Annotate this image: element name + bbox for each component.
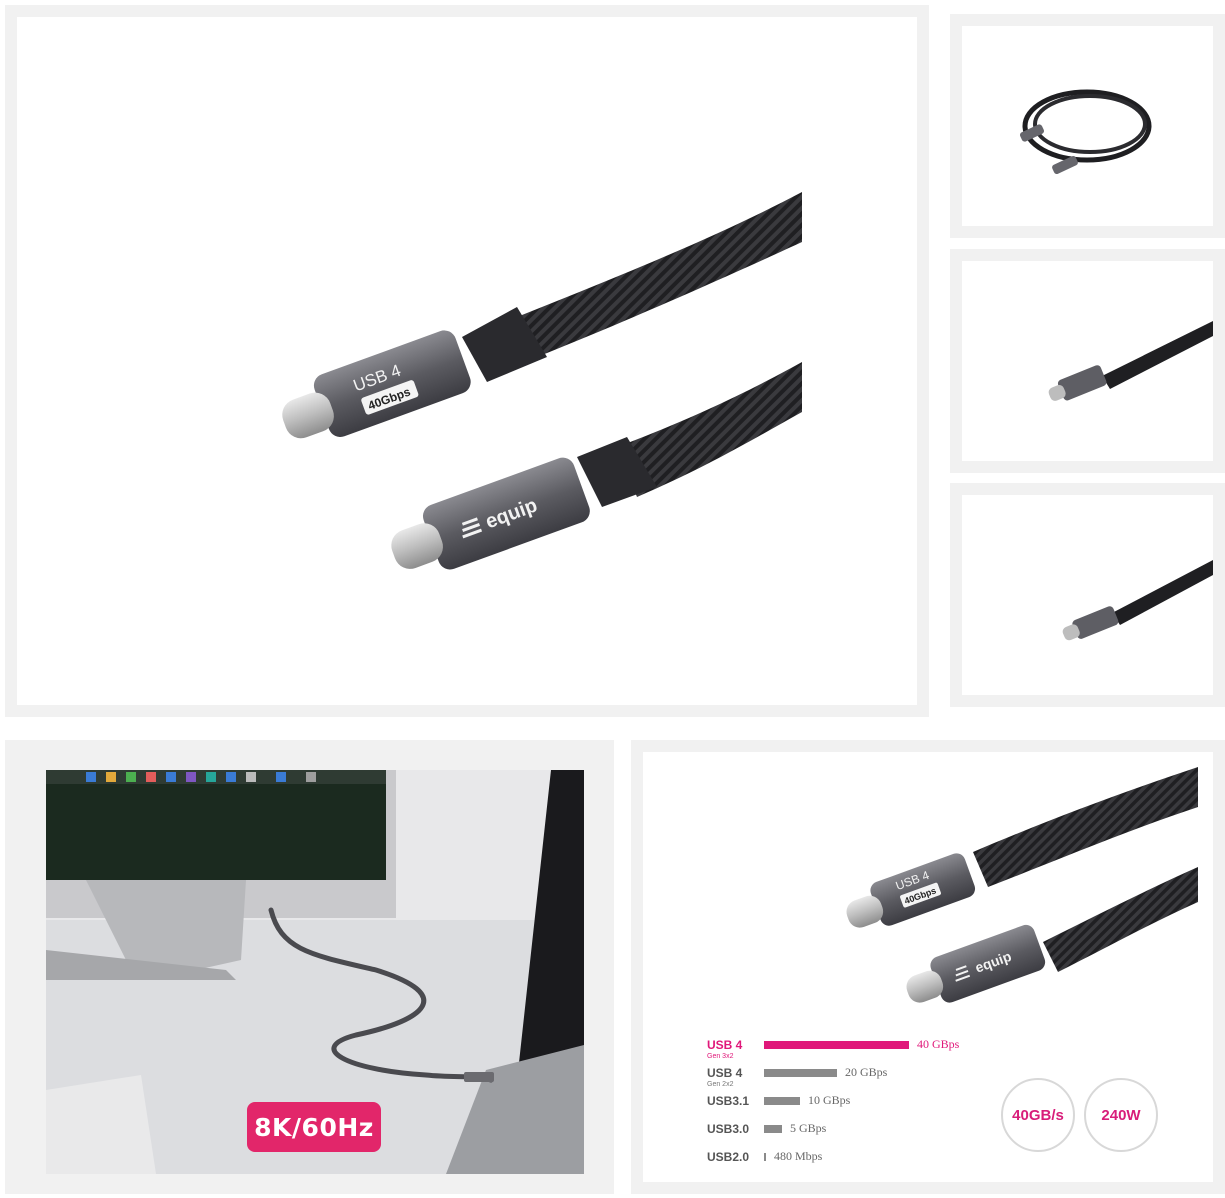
coiled-cable-illustration xyxy=(1019,89,1152,175)
speed-row-value: 10 GBps xyxy=(808,1093,851,1107)
thumbnail-image[interactable] xyxy=(962,26,1213,226)
speed-row: USB 4 Gen 2x2 20 GBps xyxy=(707,1062,1027,1090)
equip-connector-illustration xyxy=(1062,560,1213,641)
speed-bar xyxy=(764,1125,782,1133)
thumbnail-image[interactable] xyxy=(962,261,1213,461)
thumbnail-image[interactable] xyxy=(962,495,1213,695)
speed-badge: 40GB/s xyxy=(1001,1078,1075,1152)
lifestyle-image[interactable]: 8K/60Hz xyxy=(46,770,584,1174)
speed-row-label: USB3.1 xyxy=(707,1094,750,1108)
main-product-image[interactable]: USB 4 40Gbps equip xyxy=(17,17,917,705)
speed-row: USB 4 Gen 3x2 40 GBps xyxy=(707,1034,1027,1062)
speed-row: USB3.0 5 GBps xyxy=(707,1118,1027,1146)
speed-row-value: 40 GBps xyxy=(917,1037,960,1051)
speed-row-value: 480 Mbps xyxy=(774,1149,823,1163)
speed-row: USB2.0 480 Mbps xyxy=(707,1146,1027,1174)
speed-comparison-frame[interactable]: USB 4 40Gbps equip USB 4 Gen 3x2 40 GBps US… xyxy=(631,740,1225,1194)
speed-comparison-image[interactable]: USB 4 40Gbps equip USB 4 Gen 3x2 40 GBps US… xyxy=(643,752,1213,1182)
speed-bar xyxy=(764,1153,766,1161)
speed-row: USB3.1 10 GBps xyxy=(707,1090,1027,1118)
speed-row-label: USB 4 xyxy=(707,1038,743,1052)
thumbnail-usb4-connector[interactable] xyxy=(950,249,1225,473)
thumbnail-coiled-cable[interactable] xyxy=(950,14,1225,238)
speed-row-value: 20 GBps xyxy=(845,1065,888,1079)
resolution-badge: 8K/60Hz xyxy=(247,1102,381,1152)
speed-bar xyxy=(764,1097,800,1105)
speed-row-sublabel: Gen 3x2 xyxy=(707,1053,734,1060)
lifestyle-image-frame[interactable]: 8K/60Hz xyxy=(5,740,614,1194)
speed-row-label: USB 4 xyxy=(707,1066,743,1080)
speed-row-label: USB3.0 xyxy=(707,1122,750,1136)
thumbnail-equip-connector[interactable] xyxy=(950,483,1225,707)
speed-row-label: USB2.0 xyxy=(707,1150,750,1164)
speed-comparison-table: USB 4 Gen 3x2 40 GBps USB 4 Gen 2x2 20 GBps US… xyxy=(707,1034,1027,1174)
speed-row-sublabel: Gen 2x2 xyxy=(707,1081,734,1088)
speed-bar xyxy=(764,1069,837,1077)
speed-row-value: 5 GBps xyxy=(790,1121,827,1135)
main-product-image-frame[interactable]: USB 4 40Gbps equip xyxy=(5,5,929,717)
cable-illustration: USB 4 40Gbps equip xyxy=(282,192,802,570)
speed-bar xyxy=(764,1041,909,1049)
power-badge: 240W xyxy=(1084,1078,1158,1152)
usb4-connector-illustration xyxy=(1048,321,1213,401)
